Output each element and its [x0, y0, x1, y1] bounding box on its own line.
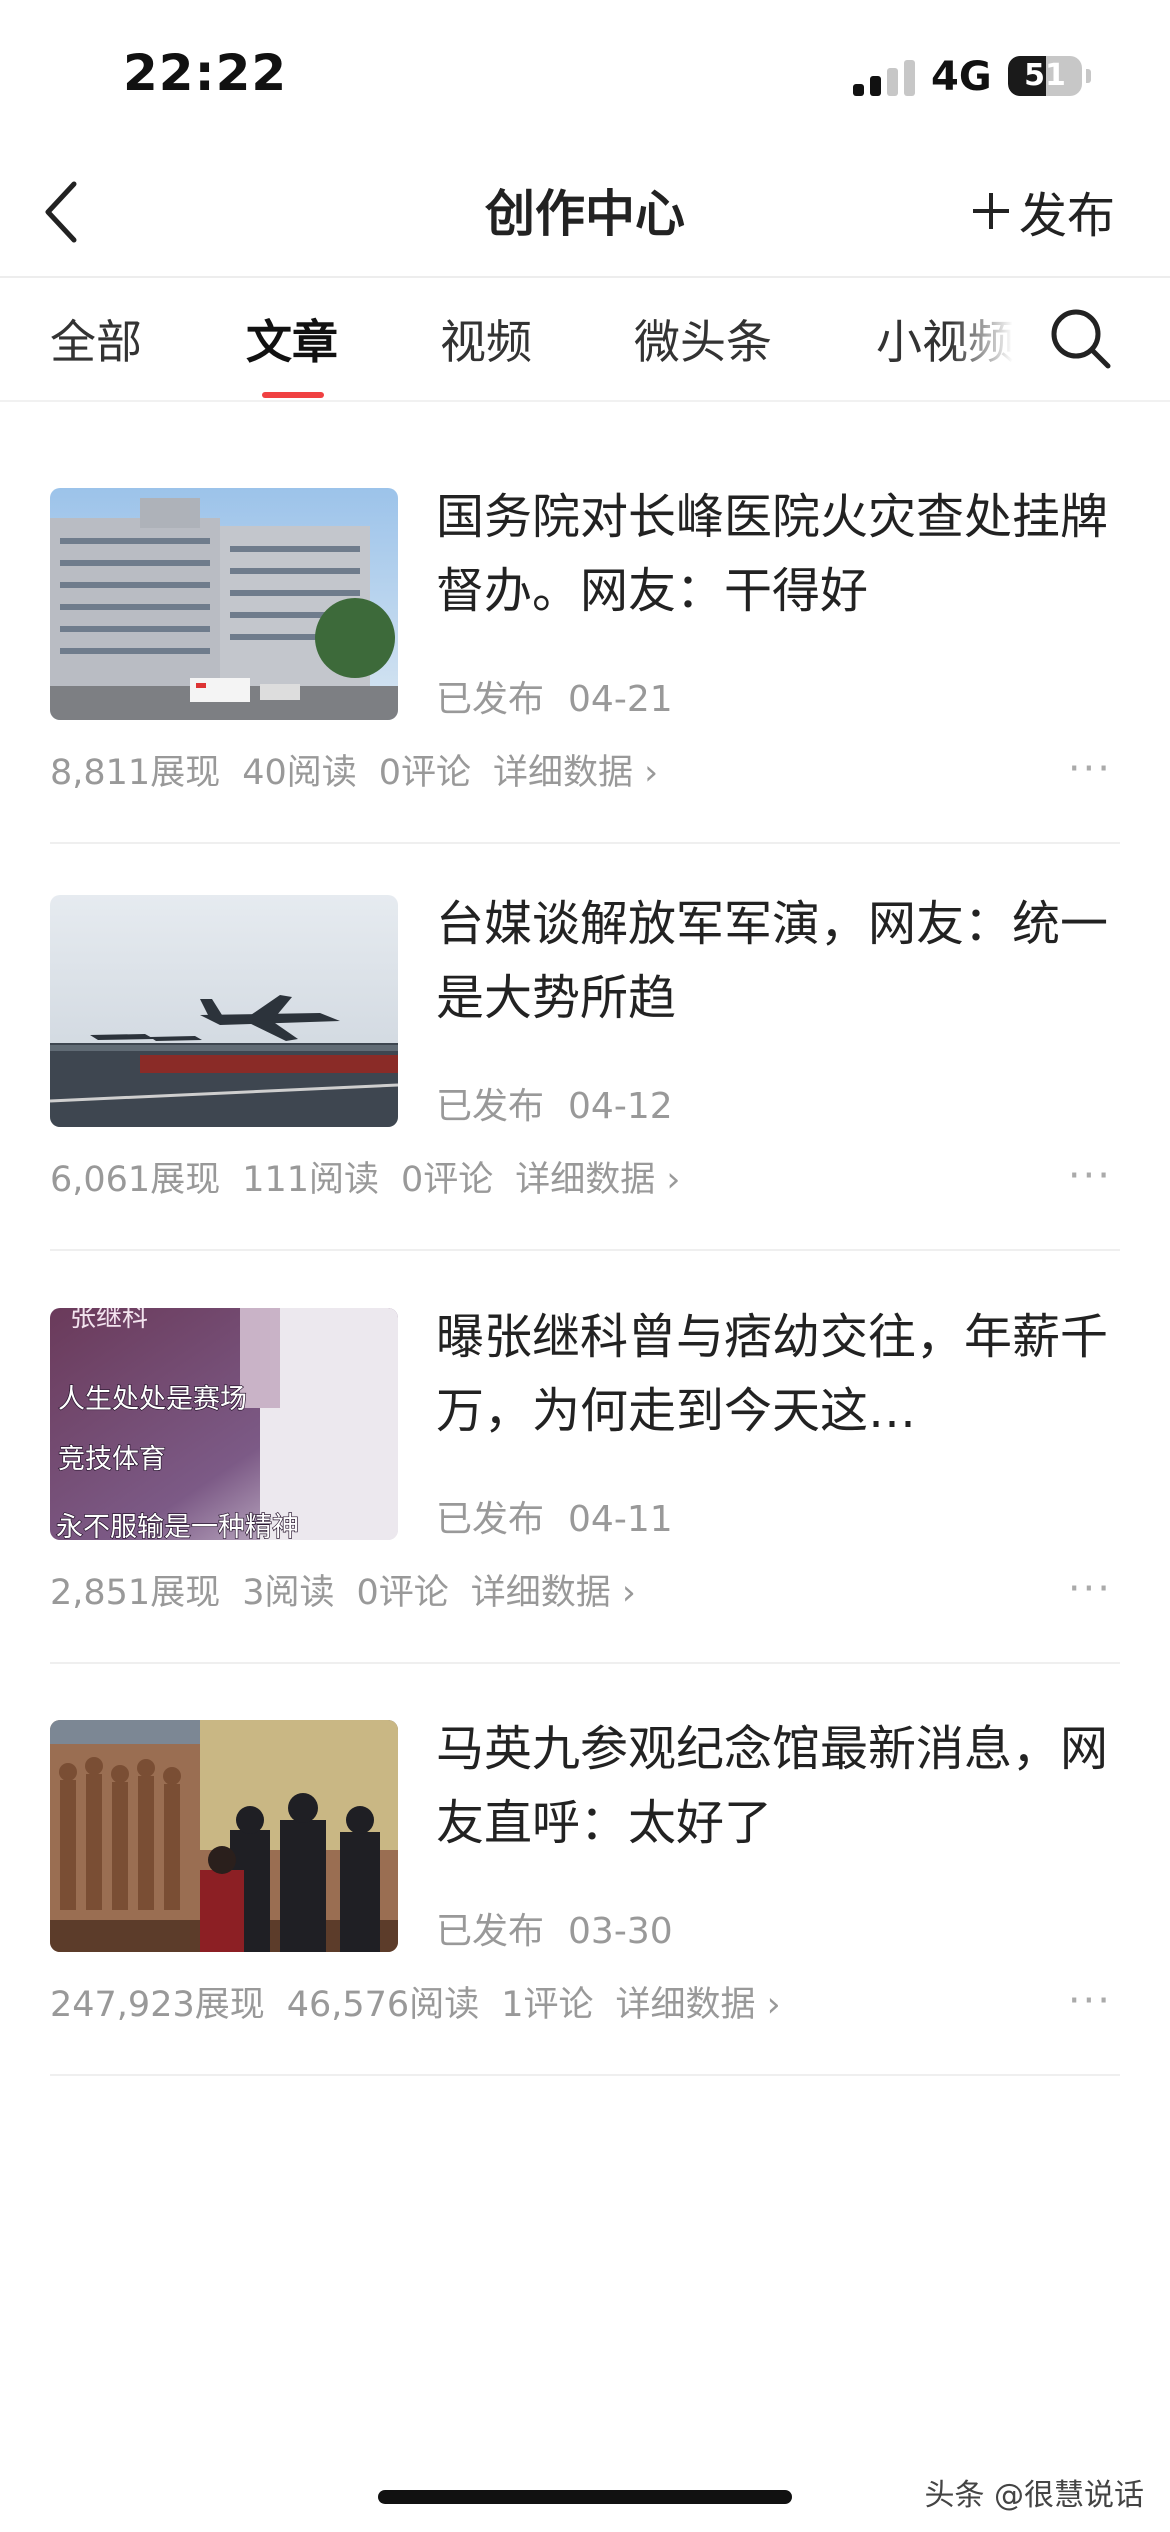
reads-count: 46,576阅读	[286, 1985, 480, 2025]
plus-icon	[972, 193, 1009, 229]
tab-videos[interactable]: 视频	[440, 306, 532, 372]
network-type: 4G	[931, 54, 992, 100]
watermark: 头条 @很慧说话	[924, 2478, 1144, 2513]
article-thumbnail[interactable]	[50, 488, 398, 720]
battery-tip	[1086, 69, 1091, 83]
article-item[interactable]: 国务院对长峰医院火灾查处挂牌督办。网友：干得好 已发布 04-21 8,811展现…	[50, 488, 1120, 858]
status-time: 22:22	[123, 44, 288, 102]
detail-data-link[interactable]: 详细数据 ›	[515, 1160, 680, 1200]
impressions-count: 2,851展现	[50, 1573, 221, 1613]
detail-data-link[interactable]: 详细数据 ›	[615, 1985, 780, 2025]
publish-button[interactable]: 发布	[971, 176, 1115, 246]
tab-micro-posts[interactable]: 微头条	[634, 306, 772, 372]
publish-label: 发布	[1018, 188, 1115, 244]
article-divider	[50, 1662, 1120, 1664]
publish-date: 03-30	[568, 1911, 673, 1952]
comments-count: 0评论	[378, 753, 472, 793]
more-options-icon[interactable]: ···	[1068, 1156, 1112, 1196]
article-divider	[50, 1249, 1120, 1251]
home-indicator[interactable]	[378, 2490, 792, 2504]
article-status: 已发布 04-11	[436, 1490, 673, 1542]
thumb-caption-top: 张继科	[70, 1308, 148, 1333]
article-divider	[50, 2074, 1120, 2076]
tab-all[interactable]: 全部	[50, 306, 142, 372]
more-options-icon[interactable]: ···	[1068, 1569, 1112, 1609]
status-bar: 22:22 4G 51	[0, 0, 1170, 140]
reads-count: 111阅读	[242, 1160, 380, 1200]
content-tabs: 全部 文章 视频 微头条 小视频	[0, 278, 1170, 400]
article-item[interactable]: 台媒谈解放军军演，网友：统一是大势所趋 已发布 04-12 6,061展现 111阅…	[50, 895, 1120, 1265]
thumb-caption-line1: 人生处处是赛场	[58, 1384, 247, 1415]
article-thumbnail[interactable]: 张继科 人生处处是赛场 竞技体育 永不服输是一种精神	[50, 1308, 398, 1540]
publish-date: 04-11	[568, 1499, 673, 1540]
publish-date: 04-12	[568, 1086, 673, 1127]
fighter-jets-image	[50, 895, 398, 1127]
comments-count: 1评论	[501, 1985, 594, 2025]
article-title[interactable]: 台媒谈解放军军演，网友：统一是大势所趋	[436, 887, 1116, 1035]
tv-program-image: 张继科 人生处处是赛场 竞技体育 永不服输是一种精神	[50, 1308, 398, 1540]
hospital-building-image	[50, 488, 398, 720]
publish-status: 已发布	[436, 1086, 545, 1127]
article-stats: 6,061展现 111阅读 0评论 详细数据 ›	[50, 1151, 702, 1202]
nav-header: 创作中心 发布	[0, 150, 1170, 276]
active-tab-indicator	[262, 392, 324, 398]
detail-data-link[interactable]: 详细数据 ›	[471, 1573, 636, 1613]
article-item[interactable]: 马英九参观纪念馆最新消息，网友直呼：太好了 已发布 03-30 247,923展现…	[50, 1720, 1120, 2090]
search-button[interactable]	[1048, 306, 1114, 372]
comments-count: 0评论	[356, 1573, 449, 1613]
battery-level: 51	[1024, 58, 1066, 93]
article-title[interactable]: 马英九参观纪念馆最新消息，网友直呼：太好了	[436, 1712, 1116, 1860]
article-thumbnail[interactable]	[50, 895, 398, 1127]
publish-status: 已发布	[436, 1499, 545, 1540]
publish-status: 已发布	[436, 1911, 545, 1952]
publish-date: 04-21	[568, 679, 673, 720]
article-status: 已发布 03-30	[436, 1902, 673, 1954]
memorial-hall-image	[50, 1720, 398, 1952]
article-status: 已发布 04-12	[436, 1077, 673, 1129]
article-stats: 247,923展现 46,576阅读 1评论 详细数据 ›	[50, 1976, 803, 2027]
reads-count: 40阅读	[242, 753, 357, 793]
impressions-count: 8,811展现	[50, 753, 221, 793]
publish-status: 已发布	[436, 679, 545, 720]
tabs-fade	[950, 278, 1040, 400]
article-stats: 2,851展现 3阅读 0评论 详细数据 ›	[50, 1564, 658, 1615]
article-divider	[50, 842, 1120, 844]
article-item[interactable]: 张继科 人生处处是赛场 竞技体育 永不服输是一种精神 曝张继科曾与痞幼交往，年薪…	[50, 1308, 1120, 1678]
battery-icon: 51	[1008, 56, 1082, 96]
article-stats: 8,811展现 40阅读 0评论 详细数据 ›	[50, 744, 680, 795]
signal-icon	[853, 60, 917, 96]
article-title[interactable]: 曝张继科曾与痞幼交往，年薪千万，为何走到今天这…	[436, 1300, 1116, 1448]
reads-count: 3阅读	[242, 1573, 335, 1613]
tabs-divider	[0, 400, 1170, 402]
more-options-icon[interactable]: ···	[1068, 1981, 1112, 2021]
impressions-count: 247,923展现	[50, 1985, 265, 2025]
tab-articles[interactable]: 文章	[246, 306, 338, 372]
more-options-icon[interactable]: ···	[1068, 749, 1112, 789]
thumb-caption-line3: 永不服输是一种精神	[56, 1512, 299, 1540]
article-status: 已发布 04-21	[436, 670, 673, 722]
comments-count: 0评论	[401, 1160, 494, 1200]
article-thumbnail[interactable]	[50, 1720, 398, 1952]
article-title[interactable]: 国务院对长峰医院火灾查处挂牌督办。网友：干得好	[436, 480, 1116, 628]
thumb-caption-line2: 竞技体育	[58, 1444, 166, 1475]
impressions-count: 6,061展现	[50, 1160, 221, 1200]
search-icon	[1051, 309, 1111, 369]
detail-data-link[interactable]: 详细数据 ›	[493, 753, 658, 793]
